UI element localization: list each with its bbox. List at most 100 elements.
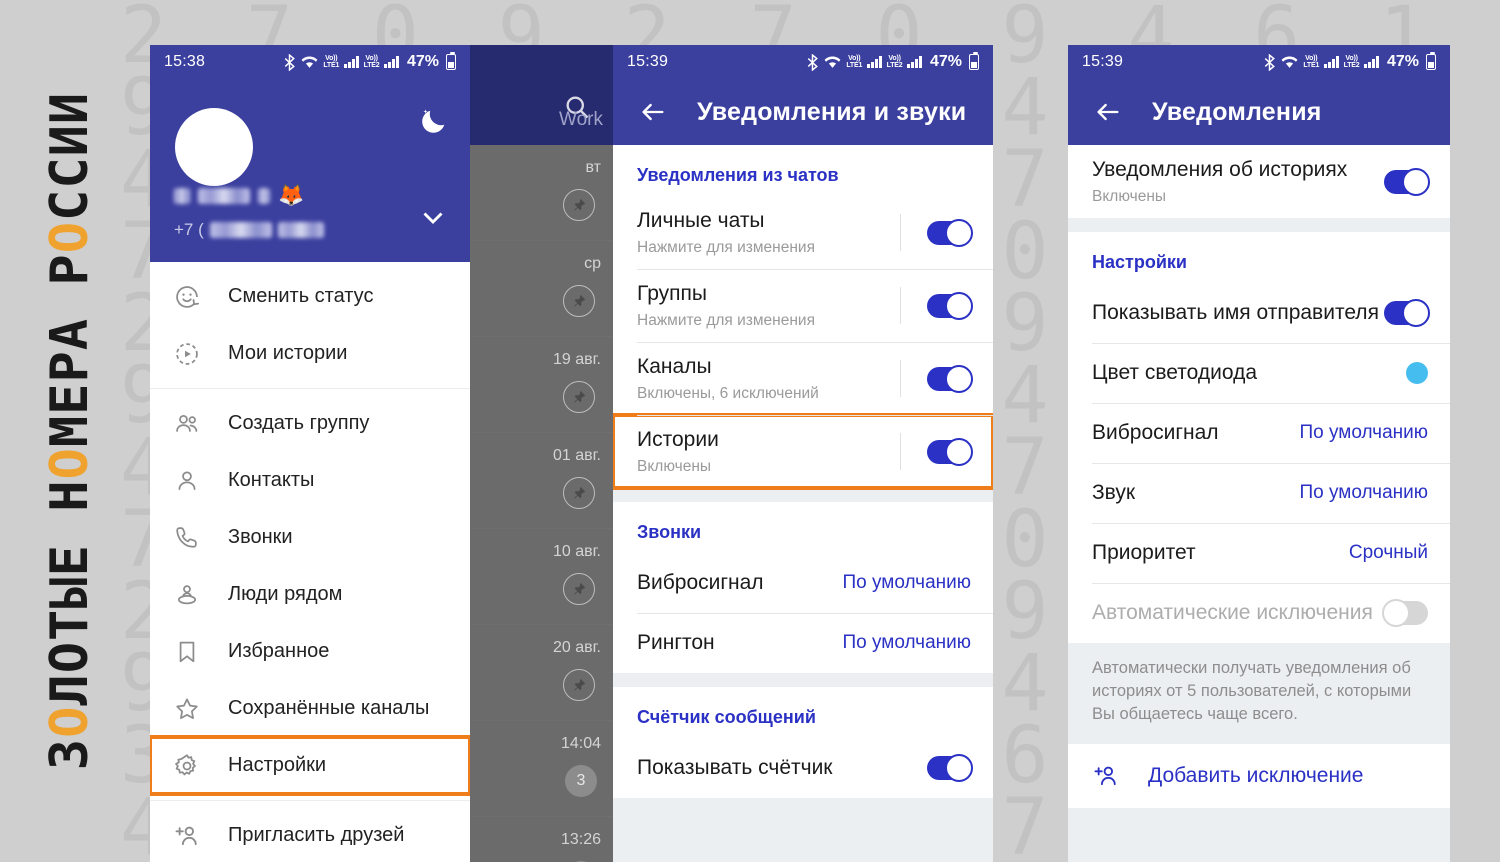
- drawer-item-3[interactable]: Создать группу: [150, 395, 470, 452]
- settings-row-title: Рингтон: [637, 631, 715, 654]
- drawer-item-9[interactable]: Настройки: [150, 735, 470, 796]
- drawer-item-7[interactable]: Избранное: [150, 623, 470, 680]
- bluetooth-icon: [283, 53, 296, 71]
- app-bar: Уведомления и звуки: [613, 79, 993, 145]
- settings-row-value[interactable]: По умолчанию: [1300, 422, 1429, 444]
- toggle-switch[interactable]: [927, 218, 973, 247]
- volte-lte2-icon: Vo)) LTE2: [1343, 55, 1360, 69]
- settings-row-subtitle: Нажмите для изменения: [637, 239, 815, 256]
- settings-row[interactable]: Показывать счётчик: [613, 738, 993, 798]
- chevron-down-icon[interactable]: [416, 200, 450, 234]
- settings-row-title: Цвет светодиода: [1092, 361, 1258, 384]
- chat-row-date: 14:04: [560, 735, 601, 752]
- settings-row[interactable]: Каналы Включены, 6 исключений: [613, 342, 993, 415]
- drawer-item-label: Избранное: [228, 640, 330, 662]
- signal-bars-icon: [867, 56, 882, 68]
- status-bar-time: 15:39: [1082, 53, 1124, 70]
- volte-lte1-icon: Vo)) LTE1: [323, 55, 340, 69]
- settings-row-texts: Группы Нажмите для изменения: [637, 281, 900, 330]
- row-vertical-divider: [900, 287, 901, 324]
- toggle-knob: [945, 364, 973, 393]
- settings-row[interactable]: Вибросигнал По умолчанию: [1068, 403, 1450, 463]
- chat-folder-tab-work[interactable]: Work: [559, 109, 603, 131]
- drawer-item-label: Контакты: [228, 469, 315, 491]
- bookmark-icon: [172, 637, 202, 667]
- drawer-item-5[interactable]: Звонки: [150, 509, 470, 566]
- back-arrow-icon[interactable]: [633, 92, 673, 132]
- settings-row-texts: Рингтон: [637, 630, 843, 656]
- wifi-icon: [824, 55, 841, 69]
- back-arrow-icon[interactable]: [1088, 92, 1128, 132]
- toggle-knob: [945, 291, 973, 320]
- settings-row[interactable]: Истории Включены: [613, 413, 993, 490]
- battery-percent: 47%: [406, 53, 439, 70]
- people-nearby-icon: [172, 580, 202, 610]
- settings-row[interactable]: Уведомления об историях Включены: [1068, 145, 1450, 218]
- app-bar: Уведомления: [1068, 79, 1450, 145]
- settings-content: Уведомления из чатов Личные чаты Нажмите д…: [613, 145, 993, 862]
- drawer-item-10[interactable]: Пригласить друзей: [150, 807, 470, 862]
- group-icon: [172, 409, 202, 439]
- settings-row-texts: Вибросигнал: [1092, 420, 1300, 446]
- settings-row-subtitle: Нажмите для изменения: [637, 312, 815, 329]
- phone-screen-3-stories-notifications: 15:39 Vo)) LTE1 Vo)) LTE2 47% Уведомлени…: [1068, 45, 1450, 862]
- moon-icon[interactable]: [418, 107, 448, 137]
- battery-icon: [446, 51, 456, 70]
- settings-section: Настройки Показывать имя отправителя Цвет …: [1068, 232, 1450, 643]
- settings-row[interactable]: Вибросигнал По умолчанию: [613, 553, 993, 613]
- settings-row[interactable]: Личные чаты Нажмите для изменения: [613, 196, 993, 269]
- toggle-switch[interactable]: [1384, 167, 1430, 196]
- pin-icon: [563, 477, 595, 509]
- battery-percent: 47%: [929, 53, 962, 70]
- settings-row[interactable]: Автоматические исключения: [1068, 583, 1450, 643]
- settings-row-texts: Истории Включены: [637, 427, 900, 476]
- row-vertical-divider: [900, 360, 901, 397]
- settings-row[interactable]: Рингтон По умолчанию: [613, 613, 993, 673]
- toggle-switch[interactable]: [1384, 299, 1430, 327]
- settings-row[interactable]: Звук По умолчанию: [1068, 463, 1450, 523]
- toggle-switch[interactable]: [927, 754, 973, 782]
- menu-divider: [150, 800, 470, 801]
- drawer-header: 15:38 Vo)) LTE1 Vo)) LTE2 47% 🦊 +7 (: [150, 45, 470, 262]
- star-icon: [172, 694, 202, 724]
- section-title: Настройки: [1092, 252, 1187, 272]
- pin-icon: [563, 285, 595, 317]
- status-bar: 15:38 Vo)) LTE1 Vo)) LTE2 47%: [150, 45, 470, 79]
- settings-row[interactable]: Показывать имя отправителя: [1068, 283, 1450, 343]
- settings-row-value[interactable]: По умолчанию: [1300, 482, 1429, 504]
- smiley-status-icon: [172, 282, 202, 312]
- section-gap: [613, 673, 993, 687]
- drawer-item-8[interactable]: Сохранённые каналы: [150, 680, 470, 737]
- chat-row-date: 13:26: [560, 831, 601, 848]
- settings-row-texts: Каналы Включены, 6 исключений: [637, 354, 900, 403]
- chat-row-date: 20 авг.: [553, 639, 601, 656]
- status-bar-time: 15:39: [627, 53, 669, 70]
- drawer-item-4[interactable]: Контакты: [150, 452, 470, 509]
- drawer-item-2[interactable]: Мои истории: [150, 325, 470, 382]
- signal-bars-icon-2: [1364, 56, 1379, 68]
- drawer-item-label: Звонки: [228, 526, 293, 548]
- toggle-switch[interactable]: [927, 364, 973, 393]
- toggle-switch[interactable]: [927, 437, 973, 466]
- drawer-item-6[interactable]: Люди рядом: [150, 566, 470, 623]
- section-title: Звонки: [637, 522, 702, 542]
- toggle-switch[interactable]: [927, 291, 973, 320]
- settings-row[interactable]: Группы Нажмите для изменения: [613, 269, 993, 342]
- battery-percent: 47%: [1386, 53, 1419, 70]
- settings-content: Уведомления об историях Включены Настройки…: [1068, 145, 1450, 862]
- settings-row-value[interactable]: Срочный: [1349, 542, 1428, 564]
- settings-row-value[interactable]: По умолчанию: [843, 572, 972, 594]
- settings-row-value[interactable]: По умолчанию: [843, 632, 972, 654]
- toggle-switch: [1382, 599, 1428, 627]
- pin-icon: [563, 573, 595, 605]
- drawer-item-label: Люди рядом: [228, 583, 343, 605]
- settings-row-texts: Показывать имя отправителя: [1092, 300, 1384, 326]
- settings-row[interactable]: Приоритет Срочный: [1068, 523, 1450, 583]
- settings-row[interactable]: Цвет светодиода: [1068, 343, 1450, 403]
- led-color-swatch[interactable]: [1406, 362, 1428, 384]
- drawer-item-1[interactable]: Сменить статус: [150, 268, 470, 325]
- chat-row-date: ср: [584, 255, 601, 272]
- avatar[interactable]: [175, 108, 253, 186]
- settings-row-title: Автоматические исключения: [1092, 601, 1373, 624]
- add-exception-button[interactable]: Добавить исключение: [1068, 744, 1450, 808]
